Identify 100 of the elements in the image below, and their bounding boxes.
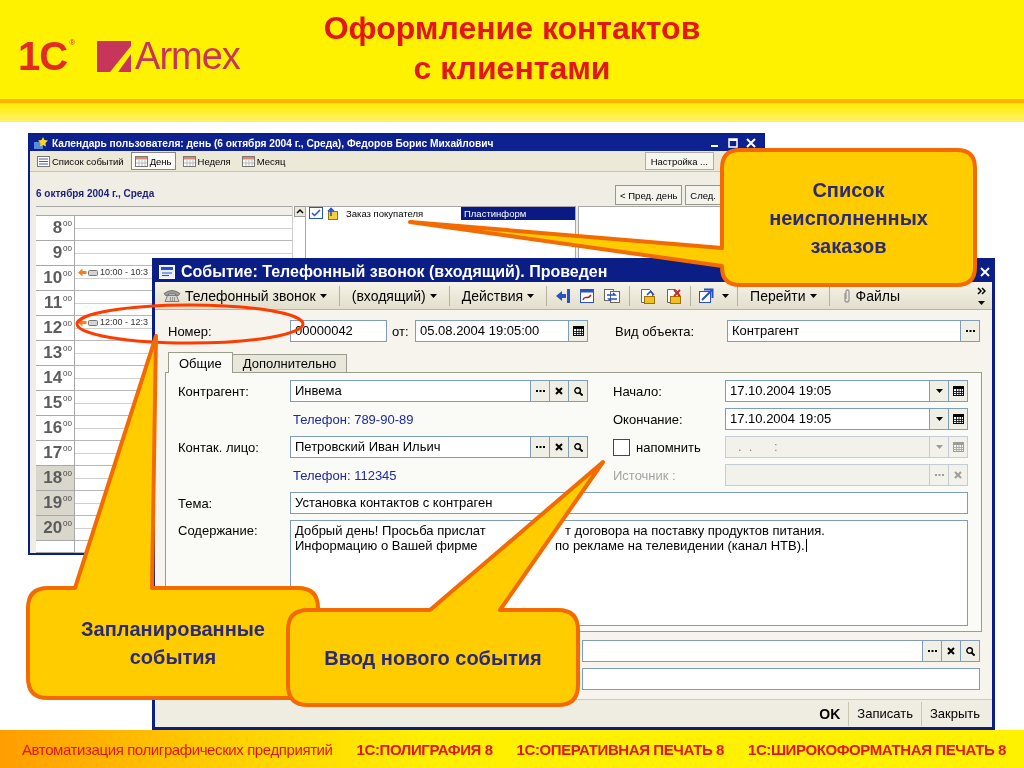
scroll-up-icon[interactable] [293,206,306,217]
select-button[interactable] [961,320,980,342]
calendar-icon [952,414,964,424]
input-field[interactable]: 05.08.2004 19:05:00 [415,320,569,342]
caret-icon [809,293,817,298]
calendar-button[interactable] [569,320,588,342]
field-label: Тема: [178,495,213,511]
arrow-icon [78,317,98,327]
view-tab[interactable]: Месяц [237,152,290,170]
phone-text: Телефон: 789-90-89 [292,411,414,427]
window-title: Календарь пользователя: день (6 октября 2004 г., Среда), Федоров Борис Михайлович [52,137,494,149]
arrow-square-icon[interactable] [699,288,715,303]
field-label: Номер: [168,323,213,339]
close-icon[interactable] [746,138,756,148]
hour-label: 12 [43,317,63,339]
minutes-label: 00 [63,369,72,380]
files-button[interactable]: Файлы [837,283,905,308]
hour-label: 16 [43,417,63,439]
select-button[interactable] [923,640,942,662]
footer-tagline: Автоматизация полиграфических предприятий [22,740,333,758]
search-icon [573,386,583,396]
calendar-button[interactable] [949,408,968,430]
input-field[interactable]: 17.10.2004 19:05 [725,408,930,430]
select-button[interactable] [531,380,550,402]
hour-label: 13 [43,342,63,364]
paperclip-icon [841,287,852,304]
input-field[interactable]: Контрагент [727,320,961,342]
checkbox[interactable] [613,438,630,456]
search-button[interactable] [961,640,980,662]
minutes-label: 00 [63,294,72,305]
content-text: по рекламе на телевидении (канал НТВ). [555,538,805,553]
input-field[interactable] [582,640,923,662]
next-day-button[interactable]: След. [685,185,721,205]
input-field[interactable]: Петровский Иван Ильич [290,436,531,458]
close-button[interactable]: Закрыть [920,701,988,726]
view-tab[interactable]: Неделя [178,152,235,170]
search-button[interactable] [569,380,588,402]
close-icon[interactable] [980,266,990,277]
phone-text: Телефон: 112345 [292,467,397,483]
minutes-label: 00 [63,319,72,330]
callout-text: Запланированные события [81,617,265,670]
view-tab[interactable]: День [130,152,176,170]
dropdown-button[interactable] [930,408,949,430]
caret-icon [527,293,535,298]
order-document[interactable]: Заказ покупателя [346,208,461,219]
arrow-icon [78,267,98,277]
document-arrow-icon[interactable] [638,287,657,304]
event-time[interactable]: 10:00 - 10:3 [100,266,149,278]
input-field[interactable]: 17.10.2004 19:05 [725,380,930,402]
text-cursor [805,539,807,552]
previous-day-button[interactable]: < Пред. день [615,185,683,205]
hour-label: 15 [43,392,63,414]
hour-label: 10 [43,267,63,289]
search-button[interactable] [569,436,588,458]
logo-text: Armex [135,38,240,74]
input-field[interactable]: Установка контактов с контраген [290,492,968,514]
menu-button[interactable]: Перейти [746,283,821,308]
settings-button[interactable]: Настройка ... [644,152,714,170]
chevron-icon[interactable] [977,286,986,295]
window-chart-icon[interactable] [579,287,596,304]
field-label: Начало: [613,383,662,399]
calendar-icon [134,155,148,167]
menu-button[interactable]: Телефонный звонок [159,283,331,308]
clear-button[interactable] [942,640,961,662]
input-field[interactable] [582,668,980,690]
minutes-label: 00 [63,494,72,505]
arrow-left-icon[interactable] [555,287,572,304]
input-field[interactable]: Инвема [290,380,531,402]
phone-icon [163,289,181,302]
menu-button[interactable]: Действия [457,283,539,308]
minutes-label: 00 [63,419,72,430]
order-customer[interactable]: Пластинформ [461,207,575,220]
maximize-icon[interactable] [728,138,738,148]
clear-icon [947,647,955,655]
caret-icon[interactable] [978,300,985,305]
product-name: 1С:ПОЛИГРАФИЯ 8 [356,740,493,758]
calendar-button[interactable] [949,380,968,402]
tab[interactable]: Дополнительно [231,354,348,372]
tab[interactable]: Общие [168,352,233,373]
logo-text: 1С [18,38,68,74]
event-time[interactable]: 12:00 - 12:3 [100,316,149,328]
hour-label: 8 [52,217,63,239]
checkbox-label[interactable]: напомнить [636,439,701,455]
view-tab[interactable]: Список событий [33,152,128,170]
clear-icon [954,471,962,479]
field-label: от: [392,323,410,339]
caret-icon [429,293,437,298]
clear-button[interactable] [550,380,569,402]
document-cross-icon[interactable] [664,287,683,304]
input-field[interactable]: 00000042 [290,320,387,342]
caret-icon [935,389,943,393]
documents-arrows-icon[interactable] [603,287,622,304]
save-button[interactable]: Записать [848,701,921,726]
caret-icon[interactable] [722,293,730,298]
clear-button[interactable] [550,436,569,458]
select-button[interactable] [531,436,550,458]
menu-button[interactable]: (входящий) [347,283,441,308]
dropdown-button[interactable] [930,380,949,402]
document-arrow-icon [326,207,338,220]
ok-button[interactable]: OK [811,701,849,726]
